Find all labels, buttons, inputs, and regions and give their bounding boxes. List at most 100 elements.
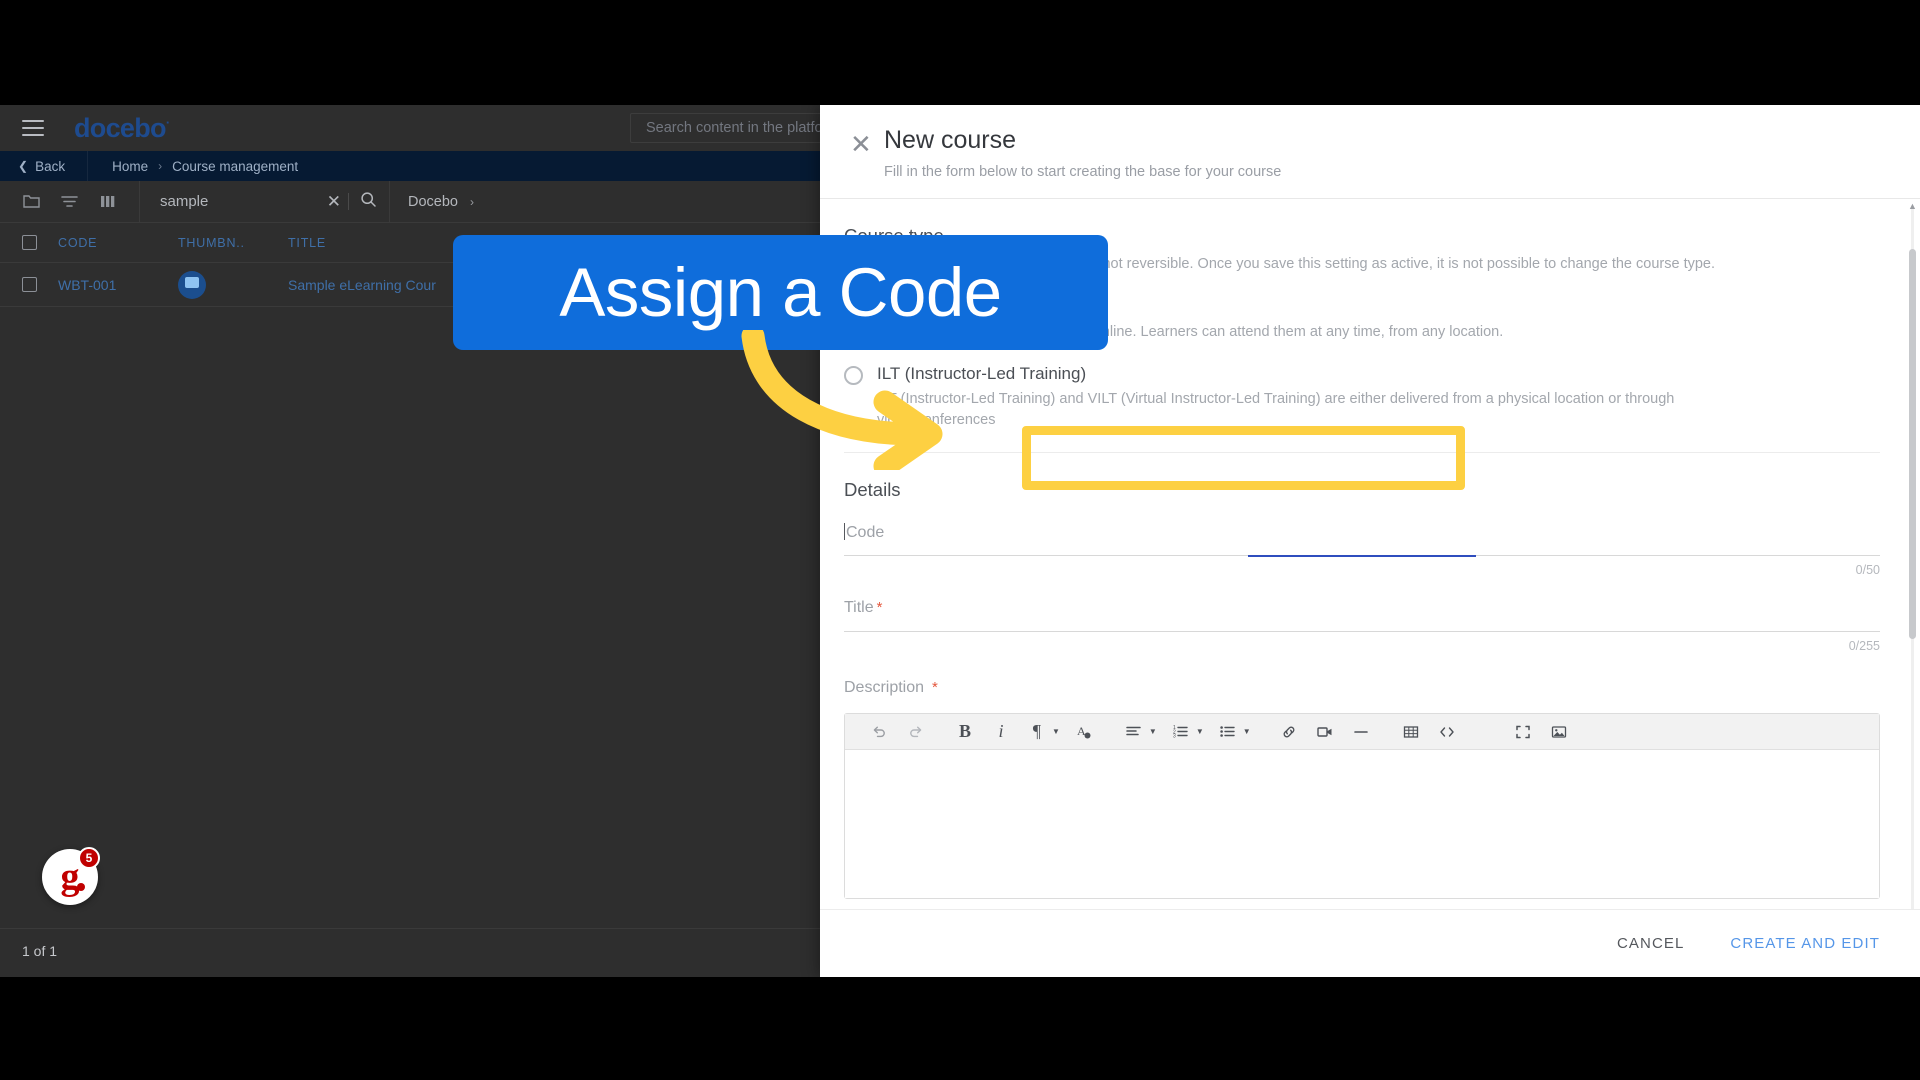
letterbox-top	[0, 0, 1920, 105]
annotation-callout-text: Assign a Code	[559, 254, 1002, 331]
option-description-ilt: ILT (Instructor-Led Training) and VILT (…	[877, 390, 1675, 429]
filter-icon[interactable]	[60, 192, 79, 211]
details-section: Details Code 0/50 Title * 0/255 Descripti…	[844, 479, 1880, 900]
page-title: New course	[884, 126, 1016, 154]
code-view-icon[interactable]	[1435, 717, 1459, 747]
align-caret[interactable]: ▼	[1149, 727, 1157, 736]
docebo-logo: docebo·	[74, 112, 170, 144]
title-counter: 0/255	[1848, 639, 1880, 654]
letterbox-bottom	[0, 977, 1920, 1080]
scroll-up-arrow[interactable]: ▲	[1908, 201, 1917, 211]
clear-x-icon[interactable]: ✕	[327, 192, 341, 212]
category-filter-label: Docebo	[408, 193, 458, 210]
align-icon[interactable]	[1122, 717, 1146, 747]
section-divider	[844, 451, 1880, 453]
ordered-list-caret[interactable]: ▼	[1196, 727, 1204, 736]
undo-icon[interactable]	[867, 717, 891, 747]
guide-badge-count: 5	[78, 847, 100, 869]
toolbar-icon-group	[0, 181, 139, 222]
content-search-input[interactable]: sample ✕	[139, 181, 389, 222]
text-cursor	[844, 522, 845, 540]
title-label: Title *	[844, 599, 1880, 617]
insert-video-icon[interactable]	[1313, 717, 1337, 747]
description-field: Description * B i ¶ ▼ A ▼ 1 2 3 ▼ ▼	[844, 679, 1880, 900]
back-label: Back	[35, 158, 66, 174]
scroll-down-arrow[interactable]: ▼	[1908, 907, 1917, 910]
course-type-option-ilt[interactable]: ILT (Instructor-Led Training) ILT (Instr…	[844, 364, 1880, 432]
code-underline	[844, 555, 1880, 558]
bold-icon[interactable]: B	[953, 717, 977, 747]
description-textarea[interactable]	[845, 750, 1879, 899]
title-required-mark: *	[876, 599, 883, 617]
code-counter: 0/50	[1855, 563, 1880, 578]
breadcrumb-item-home[interactable]: Home	[112, 159, 148, 174]
hamburger-menu-icon[interactable]	[22, 120, 44, 136]
brand-mark: ·	[165, 114, 170, 130]
search-divider	[348, 193, 349, 210]
insert-link-icon[interactable]	[1277, 717, 1301, 747]
details-heading: Details	[844, 478, 901, 500]
global-search-placeholder: Search content in the platform	[646, 120, 840, 136]
svg-text:3: 3	[1173, 734, 1176, 740]
description-label-text: Description	[844, 679, 925, 697]
create-and-edit-button[interactable]: CREATE AND EDIT	[1730, 935, 1880, 952]
panel-footer: CANCEL CREATE AND EDIT	[820, 909, 1920, 977]
insert-image-icon[interactable]	[1547, 717, 1571, 747]
code-input-field[interactable]: Code 0/50	[844, 522, 1880, 578]
magnifier-icon[interactable]	[360, 191, 377, 212]
cell-thumbnail	[178, 270, 288, 299]
columns-icon[interactable]	[98, 192, 117, 211]
panel-subtitle: Fill in the form below to start creating…	[884, 163, 1282, 180]
ordered-list-icon[interactable]: 123	[1169, 717, 1193, 747]
code-focus-indicator	[1248, 555, 1476, 558]
paragraph-format-caret[interactable]: ▼	[1052, 727, 1060, 736]
horizontal-rule-icon[interactable]	[1349, 717, 1373, 747]
breadcrumb-separator: ›	[158, 159, 163, 173]
fullscreen-icon[interactable]	[1511, 717, 1535, 747]
scroll-thumb[interactable]	[1909, 248, 1916, 639]
panel-header: ✕ New course Fill in the form below to s…	[820, 105, 1920, 199]
guide-badge-letter: g	[60, 856, 80, 898]
unordered-list-icon[interactable]	[1216, 717, 1240, 747]
paragraph-format-icon[interactable]: ¶	[1025, 717, 1049, 747]
description-label: Description *	[844, 679, 1880, 697]
content-search-value: sample	[160, 193, 209, 210]
chevron-right-icon: ›	[469, 194, 474, 209]
pagination-label: 1 of 1	[22, 943, 58, 959]
breadcrumb-item-course-management[interactable]: Course management	[172, 159, 298, 174]
back-button[interactable]: ❮ Back	[0, 151, 89, 181]
rich-text-editor[interactable]: B i ¶ ▼ A ▼ 1 2 3 ▼ ▼	[844, 713, 1880, 900]
chevron-left-icon: ❮	[18, 159, 29, 173]
cancel-button[interactable]: CANCEL	[1617, 935, 1684, 952]
category-filter[interactable]: Docebo ›	[389, 181, 492, 222]
guide-badge-dot	[77, 883, 85, 891]
annotation-arrow-icon	[741, 330, 943, 470]
title-label-text: Title	[844, 599, 874, 617]
select-all-checkbox[interactable]	[0, 235, 58, 250]
panel-scrollbar[interactable]: ▲ ▼	[1908, 201, 1917, 910]
row-checkbox[interactable]	[0, 277, 58, 292]
folder-icon[interactable]	[22, 192, 41, 211]
close-x-icon[interactable]: ✕	[850, 131, 884, 157]
redo-icon[interactable]	[903, 717, 927, 747]
code-label-text: Code	[846, 523, 885, 541]
cell-code: WBT-001	[58, 276, 117, 293]
editor-toolbar: B i ¶ ▼ A ▼ 1 2 3 ▼ ▼	[845, 714, 1879, 751]
panel-header-text: New course Fill in the form below to sta…	[884, 126, 1282, 180]
course-thumbnail	[178, 270, 206, 299]
title-underline	[844, 631, 1880, 633]
italic-icon[interactable]: i	[989, 717, 1013, 747]
column-header-code[interactable]: CODE	[58, 236, 178, 250]
guide-badge[interactable]: g 5	[42, 847, 100, 905]
description-required-mark: *	[932, 679, 938, 697]
screenshot-root: docebo· Search content in the platform ❮…	[0, 0, 1920, 1080]
text-color-icon[interactable]: A	[1072, 717, 1096, 747]
unordered-list-caret[interactable]: ▼	[1243, 727, 1251, 736]
column-header-thumbnail[interactable]: THUMBN..	[178, 236, 288, 250]
code-label: Code	[844, 522, 1880, 542]
option-label-ilt: ILT (Instructor-Led Training)	[877, 363, 1087, 383]
title-input-field[interactable]: Title * 0/255	[844, 599, 1880, 653]
insert-table-icon[interactable]	[1399, 717, 1423, 747]
brand-text: docebo	[74, 112, 167, 143]
breadcrumb-items: Home › Course management	[88, 159, 298, 174]
